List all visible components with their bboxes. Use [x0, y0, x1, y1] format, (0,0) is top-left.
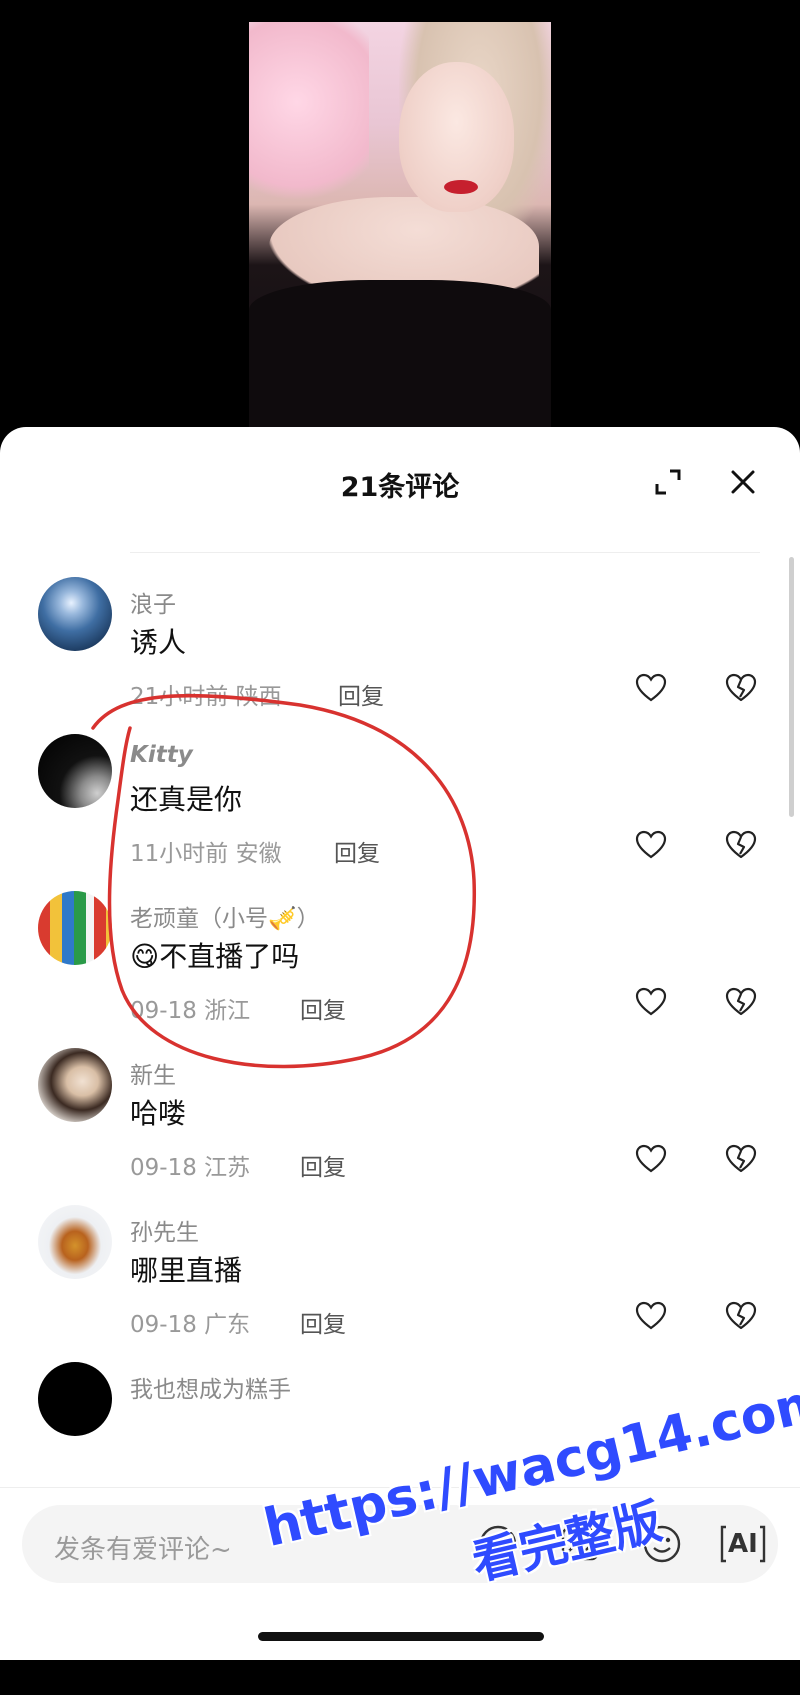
dislike-icon[interactable] [724, 828, 758, 862]
comment-item: Kitty 还真是你 11小时前 安徽 回复 [0, 734, 800, 894]
avatar[interactable] [38, 891, 112, 965]
comment-text: 还真是你 [130, 783, 243, 816]
comment-location: 江苏 [204, 1155, 251, 1181]
comment-item: 孙先生 哪里直播 09-18 广东 回复 [0, 1205, 800, 1365]
avatar[interactable] [38, 1362, 112, 1436]
comment-location: 安徽 [235, 841, 282, 867]
comment-time: 09-18 [130, 1312, 197, 1338]
comment-location: 广东 [204, 1312, 251, 1338]
reply-button[interactable]: 回复 [334, 834, 380, 868]
comment-username[interactable]: Kitty [130, 742, 193, 768]
like-icon[interactable] [634, 1299, 668, 1333]
comment-item: 新生 哈喽 09-18 江苏 回复 [0, 1048, 800, 1208]
video-background [249, 22, 369, 222]
comment-text: 😋不直播了吗 [130, 940, 300, 973]
comment-username[interactable]: 新生 [130, 1056, 176, 1090]
comment-time: 11小时前 [130, 841, 229, 867]
dislike-icon[interactable] [724, 1142, 758, 1176]
comment-meta: 11小时前 安徽 [130, 834, 282, 868]
like-icon[interactable] [634, 671, 668, 705]
comment-username[interactable]: 我也想成为糕手 [130, 1370, 291, 1404]
close-icon[interactable] [728, 467, 758, 497]
comment-item: 浪子 诱人 21小时前 陕西 回复 [0, 577, 800, 737]
comment-item: 老顽童（小号🎺） 😋不直播了吗 09-18 浙江 回复 [0, 891, 800, 1051]
comment-meta: 09-18 浙江 [130, 991, 250, 1025]
avatar[interactable] [38, 1205, 112, 1279]
comment-meta: 09-18 广东 [130, 1305, 250, 1339]
comment-location: 陕西 [235, 684, 282, 710]
video-preview[interactable] [249, 22, 551, 427]
like-icon[interactable] [634, 1142, 668, 1176]
comment-input-placeholder: 发条有爱评论~ [54, 1535, 232, 1565]
comment-text: 哈喽 [130, 1097, 187, 1130]
comment-meta: 21小时前 陕西 [130, 677, 282, 711]
dislike-icon[interactable] [724, 985, 758, 1019]
comment-username[interactable]: 孙先生 [130, 1213, 199, 1247]
comment-text: 哪里直播 [130, 1254, 243, 1287]
reply-button[interactable]: 回复 [300, 991, 346, 1025]
reply-button[interactable]: 回复 [300, 1305, 346, 1339]
comment-text: 诱人 [130, 626, 187, 659]
avatar[interactable] [38, 577, 112, 651]
comment-meta: 09-18 江苏 [130, 1148, 250, 1182]
like-icon[interactable] [634, 828, 668, 862]
comment-username[interactable]: 浪子 [130, 585, 176, 619]
like-icon[interactable] [634, 985, 668, 1019]
comment-time: 21小时前 [130, 684, 229, 710]
comment-username[interactable]: 老顽童（小号🎺） [130, 899, 320, 933]
video-lips [444, 180, 478, 194]
comment-location: 浙江 [204, 998, 251, 1024]
reply-button[interactable]: 回复 [338, 677, 384, 711]
reply-button[interactable]: 回复 [300, 1148, 346, 1182]
video-clothing [249, 280, 551, 427]
avatar[interactable] [38, 1048, 112, 1122]
expand-icon[interactable] [653, 467, 683, 497]
dislike-icon[interactable] [724, 1299, 758, 1333]
comment-time: 09-18 [130, 998, 197, 1024]
comment-time: 09-18 [130, 1155, 197, 1181]
top-divider [130, 552, 760, 553]
dislike-icon[interactable] [724, 671, 758, 705]
avatar[interactable] [38, 734, 112, 808]
